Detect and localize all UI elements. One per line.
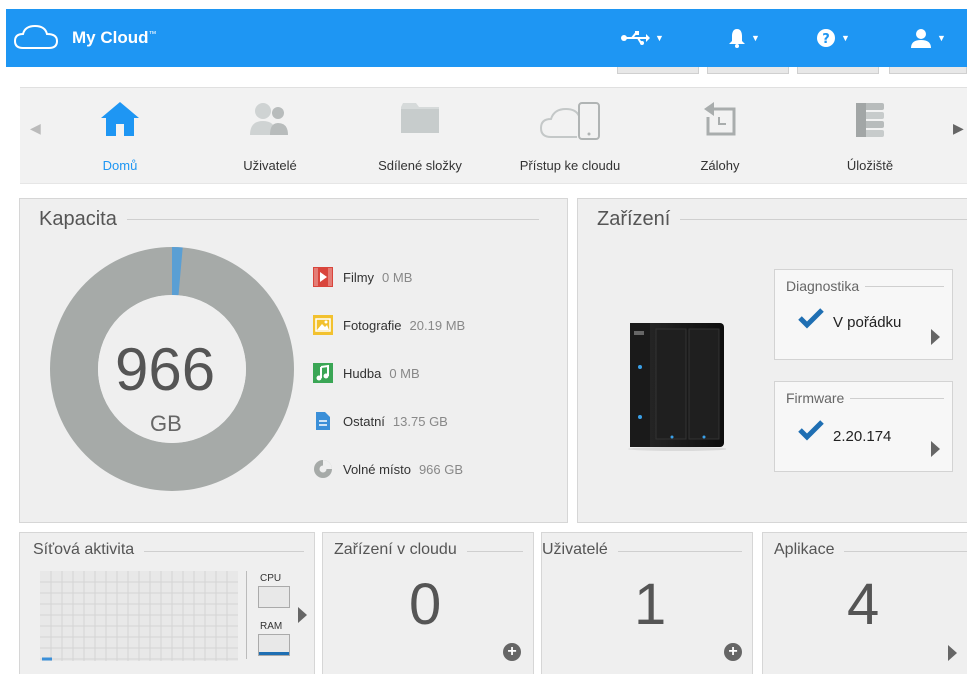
checkmark-icon bbox=[797, 307, 825, 329]
nav-right-arrow-icon[interactable]: ▶ bbox=[953, 120, 964, 137]
chevron-right-icon bbox=[930, 329, 940, 345]
nav-item-storage[interactable]: Úložiště bbox=[800, 88, 940, 183]
nav-item-home[interactable]: Domů bbox=[50, 88, 190, 183]
add-cloud-device-button[interactable]: + bbox=[503, 643, 521, 661]
legend-music: Hudba0 MB bbox=[313, 363, 420, 383]
nav-item-users[interactable]: Uživatelé bbox=[200, 88, 340, 183]
checkmark-icon bbox=[797, 419, 825, 441]
folder-icon bbox=[399, 101, 441, 135]
firmware-title: Firmware bbox=[786, 390, 850, 406]
cloud-devices-title: Zařízení v cloudu bbox=[334, 541, 467, 559]
help-icon: ? bbox=[816, 28, 836, 48]
legend-other: Ostatní13.75 GB bbox=[313, 411, 448, 431]
device-panel: Zařízení Diagnostika V pořádku Firmware … bbox=[577, 198, 967, 523]
legend-photos: Fotografie20.19 MB bbox=[313, 315, 465, 335]
user-menu-button[interactable]: ▼ bbox=[910, 25, 946, 51]
users-panel: Uživatelé 1 + bbox=[541, 532, 753, 674]
capacity-title: Kapacita bbox=[39, 208, 127, 231]
chevron-down-icon: ▼ bbox=[841, 33, 850, 43]
music-icon bbox=[313, 363, 333, 383]
svg-text:?: ? bbox=[822, 32, 830, 47]
legend-movies: Filmy0 MB bbox=[313, 267, 412, 287]
apps-count: 4 bbox=[847, 571, 879, 638]
nav-item-backups[interactable]: Zálohy bbox=[650, 88, 790, 183]
usb-menu-button[interactable]: ▼ bbox=[620, 25, 664, 51]
nas-device-icon bbox=[626, 321, 726, 451]
add-user-button[interactable]: + bbox=[724, 643, 742, 661]
top-bar: My Cloud™ ▼ ▼ ? ▼ ▼ bbox=[6, 9, 967, 67]
cloud-logo-icon bbox=[13, 23, 59, 51]
users-icon bbox=[248, 101, 292, 137]
cpu-label: CPU bbox=[260, 573, 281, 584]
network-panel: Síťová aktivita CPU RAM bbox=[19, 532, 315, 674]
chevron-down-icon: ▼ bbox=[751, 33, 760, 43]
ram-meter bbox=[258, 634, 290, 656]
nav-item-cloud-access[interactable]: Přístup ke cloudu bbox=[500, 88, 640, 183]
usb-icon bbox=[620, 31, 650, 45]
app-brand[interactable]: My Cloud™ bbox=[72, 28, 157, 48]
diagnostics-value: V pořádku bbox=[833, 314, 901, 331]
nav-left-arrow-icon[interactable]: ◀ bbox=[30, 120, 41, 137]
document-icon bbox=[313, 411, 333, 431]
diagnostics-box[interactable]: Diagnostika V pořádku bbox=[774, 269, 953, 360]
topbar-dropdown-tabs bbox=[617, 67, 967, 75]
chevron-right-icon[interactable] bbox=[947, 645, 957, 661]
users-title: Uživatelé bbox=[542, 541, 618, 559]
cpu-meter bbox=[258, 586, 290, 608]
users-count: 1 bbox=[634, 571, 666, 638]
capacity-total-value: 966 bbox=[115, 335, 215, 404]
photo-icon bbox=[313, 315, 333, 335]
help-button[interactable]: ? ▼ bbox=[816, 25, 850, 51]
capacity-total-unit: GB bbox=[150, 411, 182, 437]
nav-item-shares[interactable]: Sdílené složky bbox=[350, 88, 490, 183]
apps-panel: Aplikace 4 bbox=[762, 532, 967, 674]
legend-free-space: Volné místo966 GB bbox=[313, 459, 463, 479]
cloud-devices-panel: Zařízení v cloudu 0 + bbox=[322, 532, 534, 674]
chevron-right-icon[interactable] bbox=[297, 607, 307, 623]
apps-title: Aplikace bbox=[774, 541, 844, 559]
notifications-button[interactable]: ▼ bbox=[728, 25, 760, 51]
capacity-panel: Kapacita 966 GB Filmy0 MB Fotografie20.1… bbox=[19, 198, 568, 523]
firmware-box[interactable]: Firmware 2.20.174 bbox=[774, 381, 953, 472]
firmware-value: 2.20.174 bbox=[833, 428, 891, 445]
network-title: Síťová aktivita bbox=[33, 541, 144, 559]
home-icon bbox=[100, 101, 140, 137]
main-navigation: ◀ Domů Uživatelé Sdílené složky bbox=[20, 87, 967, 184]
pie-icon bbox=[313, 459, 333, 479]
chevron-right-icon bbox=[930, 441, 940, 457]
diagnostics-title: Diagnostika bbox=[786, 278, 865, 294]
cloud-devices-count: 0 bbox=[409, 571, 441, 638]
chevron-down-icon: ▼ bbox=[937, 33, 946, 43]
film-icon bbox=[313, 267, 333, 287]
bell-icon bbox=[728, 28, 746, 48]
backup-icon bbox=[702, 101, 738, 137]
user-icon bbox=[910, 27, 932, 49]
cloud-device-icon bbox=[539, 101, 601, 141]
ram-label: RAM bbox=[260, 621, 282, 632]
device-title: Zařízení bbox=[597, 208, 680, 231]
network-activity-graph bbox=[40, 571, 238, 661]
storage-icon bbox=[852, 101, 888, 139]
chevron-down-icon: ▼ bbox=[655, 33, 664, 43]
